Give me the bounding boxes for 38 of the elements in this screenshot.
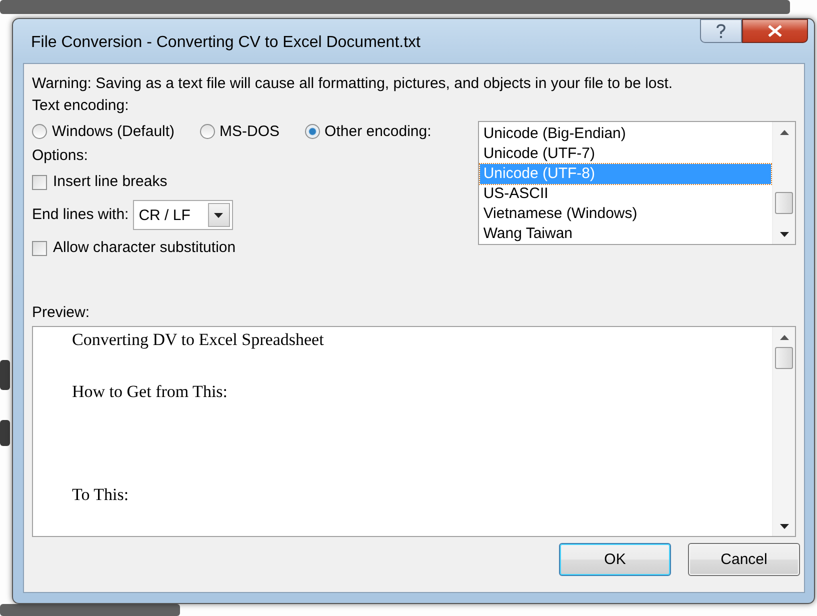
encoding-item[interactable]: Wang Taiwan xyxy=(480,224,771,244)
checkbox[interactable] xyxy=(32,174,47,190)
encoding-radio[interactable]: MS-DOS xyxy=(200,123,280,140)
checkbox[interactable] xyxy=(32,240,47,256)
scrollbar[interactable] xyxy=(772,327,795,536)
preview-line: How to Get from This: xyxy=(72,381,229,403)
close-button[interactable] xyxy=(742,19,808,43)
help-button[interactable] xyxy=(700,19,742,43)
preview-line: Converting DV to Excel Spreadsheet xyxy=(72,329,325,351)
end-lines-dropdown[interactable]: CR / LF xyxy=(132,200,233,230)
encoding-radio[interactable]: Other encoding: xyxy=(304,123,432,140)
dialog-button[interactable]: Cancel xyxy=(688,543,800,576)
dialog-button[interactable]: OK xyxy=(559,543,671,576)
checkbox-label: Allow character substitution xyxy=(53,238,236,258)
preview-label: Preview: xyxy=(32,303,91,323)
text-encoding-label: Text encoding: xyxy=(32,96,130,116)
down-arrow-icon xyxy=(780,232,788,236)
encoding-item[interactable]: Unicode (UTF-7) xyxy=(480,144,771,164)
up-arrow-icon xyxy=(780,334,788,340)
encoding-radio[interactable]: Windows (Default) xyxy=(32,123,175,140)
up-arrow-icon xyxy=(780,130,788,134)
end-lines-label: End lines with: xyxy=(32,205,129,225)
encoding-item[interactable]: Vietnamese (Windows) xyxy=(480,204,771,224)
scroll-thumb[interactable] xyxy=(775,192,793,214)
caret-icon xyxy=(214,212,224,218)
dropdown-button[interactable] xyxy=(208,203,230,227)
options-label: Options: xyxy=(32,146,89,166)
scroll-thumb[interactable] xyxy=(775,347,793,369)
warning-text: Warning: Saving as a text file will cause all formatting, pictures, and objects in your file to be lost. xyxy=(32,74,674,94)
encoding-item[interactable]: US-ASCII xyxy=(480,184,771,204)
encoding-item[interactable]: Unicode (Big-Endian) xyxy=(480,124,771,144)
close-icon xyxy=(768,25,782,37)
checkbox-label: Insert line breaks xyxy=(53,172,168,192)
help-icon xyxy=(716,24,726,38)
window-title: File Conversion - Converting CV to Excel Document.txt xyxy=(31,34,420,52)
preview-line: To This: xyxy=(72,484,130,506)
scrollbar[interactable] xyxy=(772,122,795,244)
down-arrow-icon xyxy=(780,524,788,528)
